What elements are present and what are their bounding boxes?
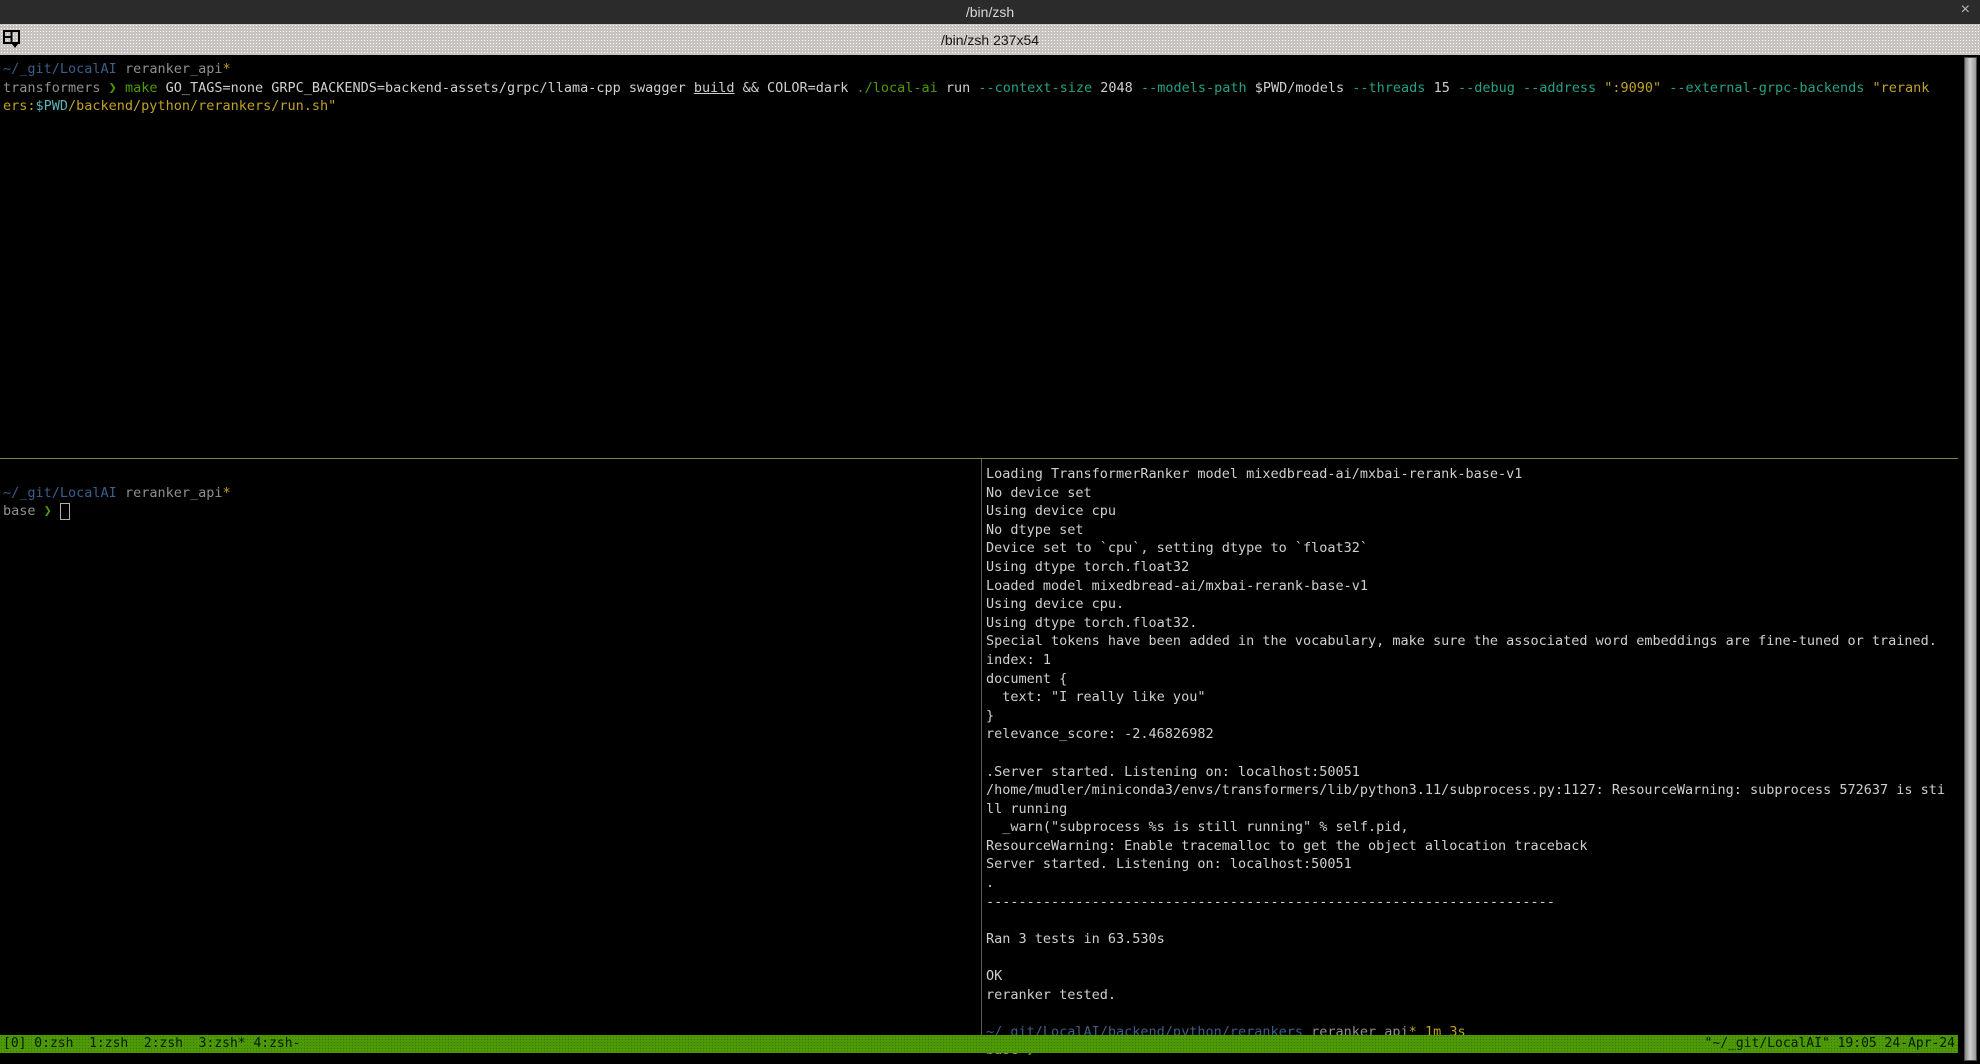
terminal-line <box>986 911 1958 930</box>
text-segment: --external-grpc-backends <box>1669 80 1872 96</box>
terminal-line: ~/_git/LocalAI reranker_api* <box>3 484 981 503</box>
text-segment: make <box>125 80 166 96</box>
text-segment: base <box>3 503 44 519</box>
text-segment: ":9090" <box>1604 80 1669 96</box>
text-segment: --models-path <box>1141 80 1255 96</box>
terminal-line: transformers ❯ make GO_TAGS=none GRPC_BA… <box>3 79 1980 98</box>
terminal-line: Using dtype torch.float32 <box>986 558 1958 577</box>
tab-bin-zsh[interactable]: /bin/zsh 237x54 <box>941 32 1039 48</box>
text-segment: ~/_git/LocalAI <box>3 61 117 77</box>
terminal-line <box>986 948 1958 967</box>
tmux-status-bar: [0] 0:zsh 1:zsh 2:zsh 3:zsh* 4:zsh- "~/_… <box>0 1035 1958 1053</box>
terminal-line: Special tokens have been added in the vo… <box>986 632 1958 651</box>
text-segment: $PWD <box>36 98 69 114</box>
terminal-line: Loading TransformerRanker model mixedbre… <box>986 465 1958 484</box>
text-segment: --threads <box>1352 80 1433 96</box>
terminal-line <box>3 465 981 484</box>
terminal-line: Ran 3 tests in 63.530s <box>986 930 1958 949</box>
terminal-line: . <box>986 874 1958 893</box>
text-segment: && COLOR=dark <box>735 80 857 96</box>
terminal-line <box>986 744 1958 763</box>
text-segment: $PWD/models <box>1255 80 1353 96</box>
tmux-window-list[interactable]: [0] 0:zsh 1:zsh 2:zsh 3:zsh* 4:zsh- <box>3 1035 300 1053</box>
terminal-line: ResourceWarning: Enable tracemalloc to g… <box>986 837 1958 856</box>
text-segment: GO_TAGS=none GRPC_BACKENDS=backend-asset… <box>166 80 694 96</box>
text-segment: transformers <box>3 80 109 96</box>
scrollbar-thumb[interactable] <box>1964 57 1977 1061</box>
text-segment: /backend/python/rerankers/run.sh" <box>68 98 336 114</box>
terminal-line: reranker tested. <box>986 986 1958 1005</box>
window-title: /bin/zsh <box>966 4 1014 20</box>
text-segment: * <box>222 61 230 77</box>
text-segment: "rerank <box>1873 80 1930 96</box>
terminal-line <box>986 1004 1958 1023</box>
titlebar[interactable]: /bin/zsh × <box>0 0 1980 24</box>
text-segment: ❯ <box>109 80 125 96</box>
terminal-line: text: "I really like you" <box>986 688 1958 707</box>
bottom-panes: ~/_git/LocalAI reranker_api*base ❯ Loadi… <box>0 459 1980 1039</box>
text-segment: --debug <box>1458 80 1523 96</box>
terminal-line: ers:$PWD/backend/python/rerankers/run.sh… <box>3 97 1980 116</box>
terminal-line: ~/_git/LocalAI reranker_api* <box>3 60 1980 79</box>
tab-bar: /bin/zsh 237x54 <box>0 24 1980 55</box>
text-segment: ./local-ai <box>856 80 945 96</box>
top-pane[interactable]: ~/_git/LocalAI reranker_api*transformers… <box>0 55 1980 458</box>
terminal-line: index: 1 <box>986 651 1958 670</box>
terminal-line: /home/mudler/miniconda3/envs/transformer… <box>986 781 1958 800</box>
terminal-line: document { <box>986 670 1958 689</box>
text-segment: 2048 <box>1100 80 1141 96</box>
text-segment: run <box>946 80 979 96</box>
bottom-right-pane[interactable]: Loading TransformerRanker model mixedbre… <box>982 459 1958 1039</box>
hollow-cursor <box>60 503 70 520</box>
terminal-line: No device set <box>986 484 1958 503</box>
scrollbar[interactable] <box>1964 57 1977 1061</box>
text-segment: --address <box>1523 80 1604 96</box>
terminal-line: Server started. Listening on: localhost:… <box>986 855 1958 874</box>
text-segment: reranker_api <box>125 485 223 501</box>
terminal-line: Using device cpu. <box>986 595 1958 614</box>
bottom-left-pane[interactable]: ~/_git/LocalAI reranker_api*base ❯ <box>0 459 981 1039</box>
layout-grid-icon[interactable] <box>3 28 29 50</box>
text-segment <box>117 61 125 77</box>
text-segment: ers: <box>3 98 36 114</box>
terminal-line: Using dtype torch.float32. <box>986 614 1958 633</box>
terminal-line: ll running <box>986 800 1958 819</box>
terminal-line: relevance_score: -2.46826982 <box>986 725 1958 744</box>
text-segment: 15 <box>1434 80 1458 96</box>
text-segment: ~/_git/LocalAI <box>3 485 117 501</box>
tmux-session-info: "~/_git/LocalAI" 19:05 24-Apr-24 <box>1705 1035 1955 1053</box>
text-segment <box>117 485 125 501</box>
terminal-line: OK <box>986 967 1958 986</box>
terminal-line: ----------------------------------------… <box>986 893 1958 912</box>
terminal-line: _warn("subprocess %s is still running" %… <box>986 818 1958 837</box>
text-segment: ❯ <box>44 503 60 519</box>
terminal-line: Loaded model mixedbread-ai/mxbai-rerank-… <box>986 577 1958 596</box>
text-segment: reranker_api <box>125 61 223 77</box>
terminal-area: ~/_git/LocalAI reranker_api*transformers… <box>0 55 1980 1064</box>
terminal-window: /bin/zsh × /bin/zsh 237x54 ~/_git/LocalA… <box>0 0 1980 1064</box>
terminal-line: base ❯ <box>3 502 981 521</box>
text-segment: * <box>222 485 230 501</box>
close-icon[interactable]: × <box>1961 1 1970 19</box>
terminal-line: Device set to `cpu`, setting dtype to `f… <box>986 539 1958 558</box>
terminal-line: Using device cpu <box>986 502 1958 521</box>
terminal-line: No dtype set <box>986 521 1958 540</box>
terminal-line: } <box>986 707 1958 726</box>
text-segment: --context-size <box>978 80 1100 96</box>
text-segment: build <box>694 80 735 96</box>
terminal-line: .Server started. Listening on: localhost… <box>986 763 1958 782</box>
